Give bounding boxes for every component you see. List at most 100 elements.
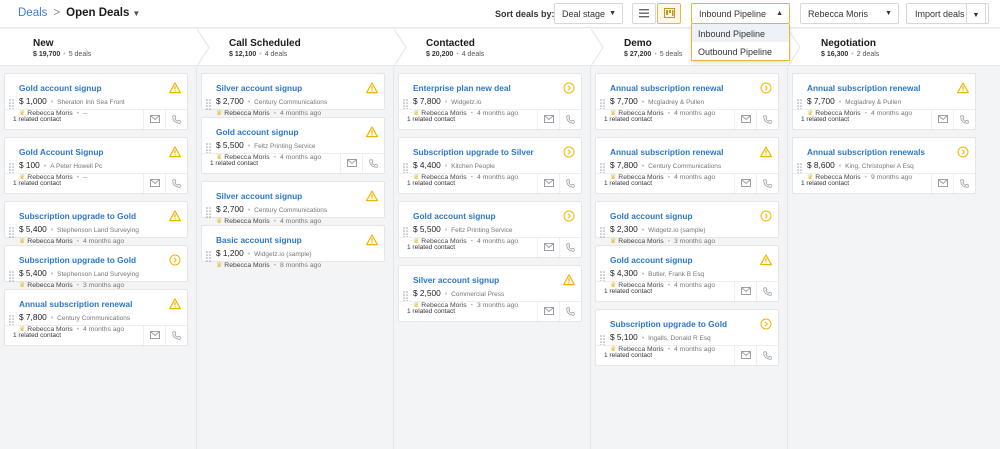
deal-company[interactable]: Century Communications [254,207,327,214]
deal-card[interactable]: Annual subscription renewals $ 8,600 • King… [792,137,976,194]
deal-title[interactable]: Basic account signup [216,235,302,245]
deal-title[interactable]: Annual subscription renewal [610,83,723,93]
deal-card[interactable]: Gold Account Signup $ 100 • A Peter Howell … [4,137,188,194]
related-contact-link[interactable]: 1 related contact [604,180,652,187]
deal-company[interactable]: Century Communications [57,315,130,322]
call-button[interactable] [165,174,187,193]
deal-title[interactable]: Gold account signup [610,211,693,221]
stage-header-contacted[interactable]: Contacted $ 20,200 • 4 deals [394,29,591,66]
deal-title[interactable]: Annual subscription renewal [807,83,920,93]
email-button[interactable] [340,154,362,173]
call-button[interactable] [165,326,187,345]
deal-title[interactable]: Gold account signup [19,83,102,93]
next-step-icon[interactable] [169,253,181,266]
deal-company[interactable]: Widgetz.io [451,99,481,106]
deal-title[interactable]: Annual subscription renewals [807,147,925,157]
related-contact-link[interactable]: 1 related contact [801,116,849,123]
warning-icon[interactable] [366,125,378,138]
deal-card[interactable]: Annual subscription renewal $ 7,700 • Mcgla… [792,73,976,130]
email-button[interactable] [537,238,559,257]
view-selector[interactable]: Open Deals [66,7,129,19]
chevron-down-icon[interactable]: ▼ [132,9,140,18]
related-contact-link[interactable]: 1 related contact [13,332,61,339]
next-step-icon[interactable] [563,145,575,158]
stage-header-call-scheduled[interactable]: Call Scheduled $ 12,100 • 4 deals [197,29,394,66]
deal-title[interactable]: Annual subscription renewal [19,299,132,309]
related-contact-link[interactable]: 1 related contact [604,352,652,359]
deal-company[interactable]: Widgetz.io (sample) [648,227,705,234]
list-view-button[interactable] [632,3,656,24]
deal-card[interactable]: Annual subscription renewal $ 7,800 • Centu… [595,137,779,194]
call-button[interactable] [756,174,778,193]
deal-card[interactable]: Subscription upgrade to Gold $ 5,400 • Step… [4,201,188,245]
drag-handle-icon[interactable] [600,333,605,346]
deal-company[interactable]: Stephenson Land Surveying [57,227,139,234]
import-options-button[interactable]: ▼ [966,3,986,24]
call-button[interactable] [953,110,975,129]
deal-title[interactable]: Gold account signup [610,255,693,265]
next-step-icon[interactable] [760,317,772,330]
drag-handle-icon[interactable] [797,97,802,110]
warning-icon[interactable] [760,253,772,266]
breadcrumb-deals-link[interactable]: Deals [18,7,47,19]
pipeline-option-inbound[interactable]: Inbound Pipeline [692,24,789,42]
warning-icon[interactable] [366,233,378,246]
stage-header-new[interactable]: New $ 19,700 • 5 deals [0,29,197,66]
drag-handle-icon[interactable] [206,97,211,110]
related-contact-link[interactable]: 1 related contact [13,180,61,187]
deal-company[interactable]: Sheraton Inn Sea Front [57,99,125,106]
pipeline-option-outbound[interactable]: Outbound Pipeline [692,42,789,60]
next-step-icon[interactable] [957,145,969,158]
call-button[interactable] [559,110,581,129]
deal-company[interactable]: Feltz Printing Service [254,143,315,150]
deal-card[interactable]: Gold account signup $ 4,300 • Butler, Frank… [595,245,779,302]
deal-title[interactable]: Silver account signup [413,275,499,285]
deal-card[interactable]: Gold account signup $ 5,500 • Feltz Printin… [201,117,385,174]
related-contact-link[interactable]: 1 related contact [210,160,258,167]
drag-handle-icon[interactable] [9,225,14,238]
next-step-icon[interactable] [760,209,772,222]
call-button[interactable] [756,282,778,301]
drag-handle-icon[interactable] [403,97,408,110]
drag-handle-icon[interactable] [206,205,211,218]
drag-handle-icon[interactable] [206,249,211,262]
deal-title[interactable]: Subscription upgrade to Gold [610,319,727,329]
deal-company[interactable]: Widgetz.io (sample) [254,251,311,258]
deal-card[interactable]: Gold account signup $ 5,500 • Feltz Printin… [398,201,582,258]
deal-title[interactable]: Annual subscription renewal [610,147,723,157]
drag-handle-icon[interactable] [9,161,14,174]
deal-company[interactable]: Ingalls, Donald R Esq [648,335,711,342]
deal-card[interactable]: Silver account signup $ 2,500 • Commercial … [398,265,582,322]
warning-icon[interactable] [563,273,575,286]
deal-title[interactable]: Subscription upgrade to Gold [19,211,136,221]
deal-card[interactable]: Subscription upgrade to Silver $ 4,400 • Ki… [398,137,582,194]
deal-title[interactable]: Enterprise plan new deal [413,83,511,93]
deal-company[interactable]: King, Christopher A Esq [845,163,914,170]
email-button[interactable] [931,110,953,129]
deal-card[interactable]: Subscription upgrade to Gold $ 5,400 • Step… [4,245,188,289]
email-button[interactable] [537,110,559,129]
warning-icon[interactable] [760,145,772,158]
drag-handle-icon[interactable] [797,161,802,174]
pipeline-dropdown[interactable]: Inbound Pipeline ▲ [691,3,790,24]
email-button[interactable] [734,174,756,193]
deal-title[interactable]: Gold Account Signup [19,147,104,157]
drag-handle-icon[interactable] [9,97,14,110]
call-button[interactable] [559,174,581,193]
deal-card[interactable]: Annual subscription renewal $ 7,800 • Centu… [4,289,188,346]
deal-card[interactable]: Subscription upgrade to Gold $ 5,100 • Inga… [595,309,779,366]
deal-card[interactable]: Gold account signup $ 1,000 • Sheraton Inn … [4,73,188,130]
deal-title[interactable]: Silver account signup [216,83,302,93]
next-step-icon[interactable] [760,81,772,94]
deal-title[interactable]: Subscription upgrade to Gold [19,255,136,265]
related-contact-link[interactable]: 1 related contact [407,308,455,315]
sort-dropdown[interactable]: Deal stage ▼ [554,3,623,24]
owner-dropdown[interactable]: Rebecca Moris ▼ [800,3,899,24]
email-button[interactable] [734,110,756,129]
deal-company[interactable]: A Peter Howell Pc [50,163,102,170]
deal-card[interactable]: Silver account signup $ 2,700 • Century Com… [201,73,385,117]
related-contact-link[interactable]: 1 related contact [407,180,455,187]
email-button[interactable] [143,326,165,345]
related-contact-link[interactable]: 1 related contact [604,288,652,295]
drag-handle-icon[interactable] [403,225,408,238]
